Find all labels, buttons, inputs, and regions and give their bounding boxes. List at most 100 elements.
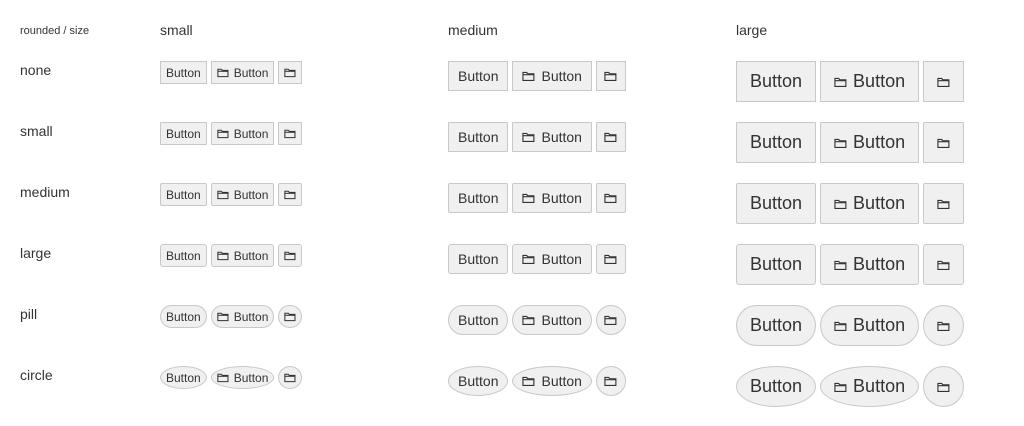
- folder-icon: [217, 128, 234, 139]
- folder-icon: [522, 70, 541, 82]
- row-label-small: small: [20, 123, 53, 139]
- folder-icon: [522, 131, 541, 143]
- folder-icon: [217, 311, 234, 322]
- button-label: Button: [541, 190, 582, 206]
- icon-text-button[interactable]: Button: [512, 122, 592, 152]
- icon-button[interactable]: [278, 305, 303, 328]
- icon-button[interactable]: [923, 305, 965, 346]
- button-label: Button: [750, 315, 803, 335]
- icon-text-button[interactable]: Button: [820, 305, 920, 346]
- icon-button[interactable]: [595, 244, 626, 274]
- icon-text-button[interactable]: Button: [512, 366, 592, 396]
- icon-button[interactable]: [278, 366, 303, 389]
- button-group-medium-medium: Button Button: [448, 183, 630, 213]
- button-group-none-medium: Button Button: [448, 61, 630, 91]
- text-button[interactable]: Button: [448, 305, 509, 335]
- folder-icon: [604, 192, 617, 204]
- text-button[interactable]: Button: [448, 61, 509, 91]
- folder-icon: [284, 311, 296, 322]
- icon-button[interactable]: [278, 183, 303, 206]
- icon-button[interactable]: [278, 61, 303, 84]
- text-button[interactable]: Button: [736, 122, 817, 163]
- text-button[interactable]: Button: [160, 305, 207, 328]
- button-label: Button: [458, 129, 499, 145]
- button-label: Button: [458, 68, 499, 84]
- folder-icon: [284, 372, 296, 383]
- text-button[interactable]: Button: [160, 183, 207, 206]
- text-button[interactable]: Button: [160, 244, 207, 267]
- button-label: Button: [233, 248, 269, 263]
- button-label: Button: [166, 126, 201, 141]
- icon-button[interactable]: [923, 122, 965, 163]
- text-button[interactable]: Button: [448, 366, 509, 396]
- icon-text-button[interactable]: Button: [512, 183, 592, 213]
- button-label: Button: [458, 312, 499, 328]
- text-button[interactable]: Button: [448, 122, 509, 152]
- icon-button[interactable]: [923, 366, 965, 407]
- button-group-pill-medium: Button Button: [448, 305, 630, 335]
- row-label-pill: pill: [20, 306, 38, 322]
- button-label: Button: [166, 65, 201, 80]
- icon-text-button[interactable]: Button: [210, 305, 275, 328]
- button-label: Button: [541, 312, 582, 328]
- corner-header: rounded / size: [20, 25, 90, 37]
- icon-text-button[interactable]: Button: [210, 61, 275, 84]
- text-button[interactable]: Button: [736, 305, 817, 346]
- icon-text-button[interactable]: Button: [820, 244, 920, 285]
- folder-icon: [217, 372, 234, 383]
- icon-button[interactable]: [278, 122, 303, 145]
- button-label: Button: [166, 187, 201, 202]
- folder-icon: [522, 192, 541, 204]
- folder-icon: [604, 131, 617, 143]
- button-group-pill-small: Button Button: [160, 305, 306, 328]
- button-label: Button: [233, 309, 269, 324]
- button-label: Button: [750, 132, 803, 152]
- icon-button[interactable]: [595, 122, 626, 152]
- column-header-medium: medium: [448, 22, 498, 38]
- folder-icon: [284, 128, 296, 139]
- icon-text-button[interactable]: Button: [210, 122, 275, 145]
- text-button[interactable]: Button: [448, 183, 509, 213]
- text-button[interactable]: Button: [160, 366, 207, 389]
- text-button[interactable]: Button: [736, 61, 817, 102]
- button-label: Button: [750, 376, 803, 396]
- icon-button[interactable]: [595, 305, 626, 335]
- icon-button[interactable]: [595, 366, 626, 396]
- text-button[interactable]: Button: [160, 122, 207, 145]
- icon-text-button[interactable]: Button: [210, 244, 275, 267]
- folder-icon: [604, 314, 617, 326]
- icon-button[interactable]: [923, 183, 965, 224]
- icon-button[interactable]: [923, 61, 965, 102]
- folder-icon: [937, 137, 950, 149]
- button-group-none-small: Button Button: [160, 61, 306, 84]
- icon-button[interactable]: [923, 244, 965, 285]
- text-button[interactable]: Button: [736, 366, 817, 407]
- button-label: Button: [853, 376, 906, 396]
- icon-text-button[interactable]: Button: [820, 61, 920, 102]
- icon-text-button[interactable]: Button: [820, 122, 920, 163]
- icon-text-button[interactable]: Button: [512, 305, 592, 335]
- folder-icon: [834, 259, 853, 271]
- icon-text-button[interactable]: Button: [210, 183, 275, 206]
- button-group-none-large: Button Button: [736, 61, 968, 102]
- folder-icon: [217, 189, 234, 200]
- button-group-large-small: Button Button: [160, 244, 306, 267]
- folder-icon: [522, 375, 541, 387]
- icon-button[interactable]: [595, 61, 626, 91]
- icon-button[interactable]: [278, 244, 303, 267]
- icon-text-button[interactable]: Button: [820, 366, 920, 407]
- button-label: Button: [233, 65, 269, 80]
- icon-text-button[interactable]: Button: [512, 61, 592, 91]
- text-button[interactable]: Button: [736, 244, 817, 285]
- icon-text-button[interactable]: Button: [820, 183, 920, 224]
- icon-text-button[interactable]: Button: [210, 366, 275, 389]
- text-button[interactable]: Button: [160, 61, 207, 84]
- text-button[interactable]: Button: [448, 244, 509, 274]
- icon-text-button[interactable]: Button: [512, 244, 592, 274]
- button-group-circle-small: Button Button: [160, 366, 306, 389]
- icon-button[interactable]: [595, 183, 626, 213]
- button-label: Button: [853, 132, 906, 152]
- text-button[interactable]: Button: [736, 183, 817, 224]
- folder-icon: [604, 70, 617, 82]
- folder-icon: [937, 76, 950, 88]
